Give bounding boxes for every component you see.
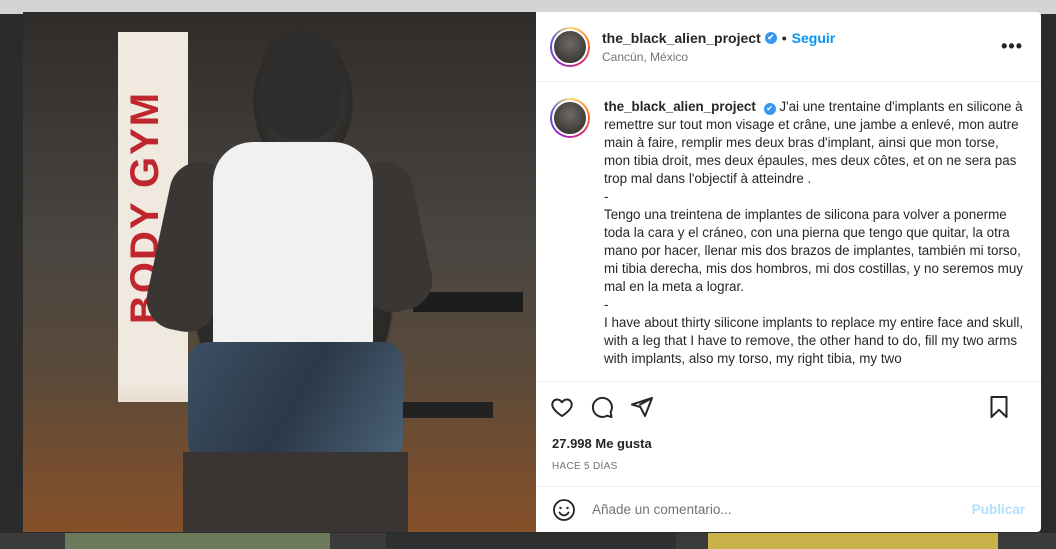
heart-icon[interactable] [550,395,574,419]
bookmark-icon[interactable] [987,395,1011,419]
follow-button[interactable]: Seguir [792,30,836,46]
comment-input[interactable]: Añade un comentario... [592,502,732,517]
post-photo[interactable]: BODY GYM [23,12,536,532]
avatar[interactable] [550,26,590,67]
separator-dot: • [781,29,787,46]
grid-thumbnail[interactable] [65,533,330,549]
figure-legs [183,452,408,532]
verified-badge-icon: ✔ [763,103,776,115]
figure-shirt [213,142,373,352]
gym-bench [413,292,523,312]
location-link[interactable]: Cancún, México [602,50,835,64]
action-bar [536,382,1041,432]
caption: the_black_alien_project ✔ J'ai une trent… [550,98,1027,368]
emoji-icon[interactable] [552,498,576,522]
likes-count[interactable]: 27.998 Me gusta [536,432,1041,456]
share-icon[interactable] [630,395,654,419]
post-sidebar: the_black_alien_project ✔ • Seguir Cancú… [536,12,1041,532]
gym-bench [403,402,493,418]
grid-thumbnail[interactable] [386,533,676,549]
figure-shorts [188,342,403,462]
comment-icon[interactable] [590,395,614,419]
caption-avatar[interactable] [550,98,590,138]
verified-badge-icon: ✔ [764,31,777,44]
add-comment-bar: Añade un comentario... Publicar [536,486,1041,532]
post-timestamp[interactable]: HACE 5 DÍAS [536,456,1041,486]
username-link[interactable]: the_black_alien_project [602,30,761,46]
grid-thumbnail[interactable] [708,533,998,549]
post-header: the_black_alien_project ✔ • Seguir Cancú… [536,12,1041,82]
comments-area[interactable]: the_black_alien_project ✔ J'ai une trent… [536,82,1041,382]
figure-head [261,30,341,140]
caption-username[interactable]: the_black_alien_project [604,99,756,114]
more-options-icon[interactable]: ••• [1001,36,1023,57]
publish-button[interactable]: Publicar [972,502,1025,517]
post-modal: BODY GYM the_black_alien_project ✔ • Seg… [23,12,1041,532]
caption-text: J'ai une trentaine d'implants en silicon… [604,99,1024,366]
